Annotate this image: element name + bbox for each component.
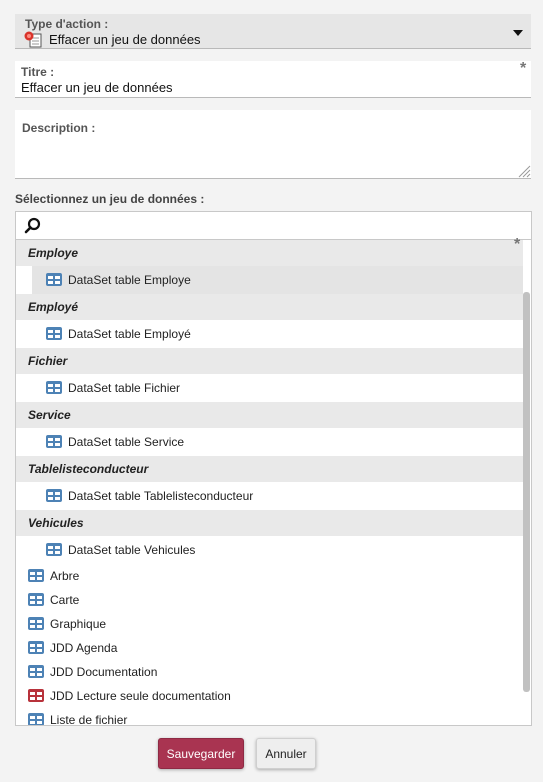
dataset-list-item[interactable]: Carte (16, 588, 523, 612)
dataset-item-label: JDD Lecture seule documentation (50, 689, 231, 703)
action-type-select[interactable]: Type d'action : Effacer un jeu de donnée… (15, 14, 531, 49)
dataset-list-item[interactable]: DataSet table Service (16, 428, 523, 456)
dataset-group-header[interactable]: Tablelisteconducteur (16, 456, 523, 482)
dataset-item-label: DataSet table Vehicules (68, 543, 196, 557)
dataset-item-label: JDD Agenda (50, 641, 118, 655)
dataset-item-label: DataSet table Tablelisteconducteur (68, 489, 254, 503)
scrollbar-thumb[interactable] (523, 292, 530, 692)
dataset-group-header[interactable]: Vehicules (16, 510, 523, 536)
dataset-list-item[interactable]: DataSet table Employé (16, 320, 523, 348)
title-input[interactable]: Effacer un jeu de données (21, 80, 173, 95)
dataset-list-item[interactable]: DataSet table Tablelisteconducteur (16, 482, 523, 510)
save-button[interactable]: Sauvegarder (158, 738, 244, 769)
dataset-item-label: Carte (50, 593, 80, 607)
description-label: Description : (22, 121, 96, 135)
title-field[interactable]: Titre : Effacer un jeu de données (15, 61, 531, 98)
dataset-group-header[interactable]: Employé (16, 294, 523, 320)
dataset-search-input[interactable] (16, 212, 531, 240)
eraser-icon (24, 30, 42, 48)
table-icon (28, 713, 44, 725)
dataset-list-item[interactable]: DataSet table Vehicules (16, 536, 523, 564)
title-required-mark: * (520, 60, 527, 77)
table-icon (46, 543, 62, 556)
chevron-down-icon[interactable] (513, 30, 523, 36)
table-icon (28, 569, 44, 582)
table-icon (46, 273, 62, 286)
table-icon (46, 435, 62, 448)
dataset-list-item[interactable]: Liste de fichier (16, 708, 523, 726)
cancel-button[interactable]: Annuler (256, 738, 316, 769)
table-icon (28, 641, 44, 654)
table-icon (46, 489, 62, 502)
dataset-list-item[interactable]: DataSet table Fichier (16, 374, 523, 402)
table-icon (28, 593, 44, 606)
dataset-group-header[interactable]: Service (16, 402, 523, 428)
dataset-list-item[interactable]: Graphique (16, 612, 523, 636)
table-icon (46, 327, 62, 340)
dataset-list-box: Employe DataSet table Employe Employé Da… (15, 211, 532, 726)
dataset-list-item[interactable]: JDD Documentation (16, 660, 523, 684)
dataset-list-item[interactable]: Arbre (16, 564, 523, 588)
dataset-item-label: DataSet table Fichier (68, 381, 181, 395)
dataset-list-item[interactable]: JDD Agenda (16, 636, 523, 660)
table-icon (28, 617, 44, 630)
dataset-item-label: JDD Documentation (50, 665, 158, 679)
dataset-item-label: Arbre (50, 569, 80, 583)
search-icon (24, 217, 42, 235)
dataset-item-label: Liste de fichier (50, 713, 128, 726)
action-type-value: Effacer un jeu de données (49, 32, 201, 47)
dataset-list-item[interactable]: JDD Lecture seule documentation (16, 684, 523, 708)
table-icon (46, 381, 62, 394)
resize-grip-icon[interactable] (517, 164, 531, 178)
dataset-item-label: Graphique (50, 617, 107, 631)
dataset-group-header[interactable]: Employe (16, 240, 523, 266)
dataset-item-label: DataSet table Service (68, 435, 185, 449)
description-field[interactable]: Description : (15, 110, 531, 179)
table-icon (28, 665, 44, 678)
dataset-item-label: DataSet table Employé (68, 327, 191, 341)
action-type-label: Type d'action : (25, 17, 109, 31)
title-label: Titre : (21, 65, 55, 79)
dataset-group-header[interactable]: Fichier (16, 348, 523, 374)
dataset-item-label: DataSet table Employe (68, 273, 191, 287)
dataset-list: Employe DataSet table Employe Employé Da… (16, 240, 523, 726)
dataset-list-item[interactable]: DataSet table Employe (32, 266, 523, 294)
dataset-label: Sélectionnez un jeu de données : (15, 192, 205, 206)
dataset-required-mark: * (514, 236, 521, 253)
readonly-table-icon (28, 689, 44, 702)
